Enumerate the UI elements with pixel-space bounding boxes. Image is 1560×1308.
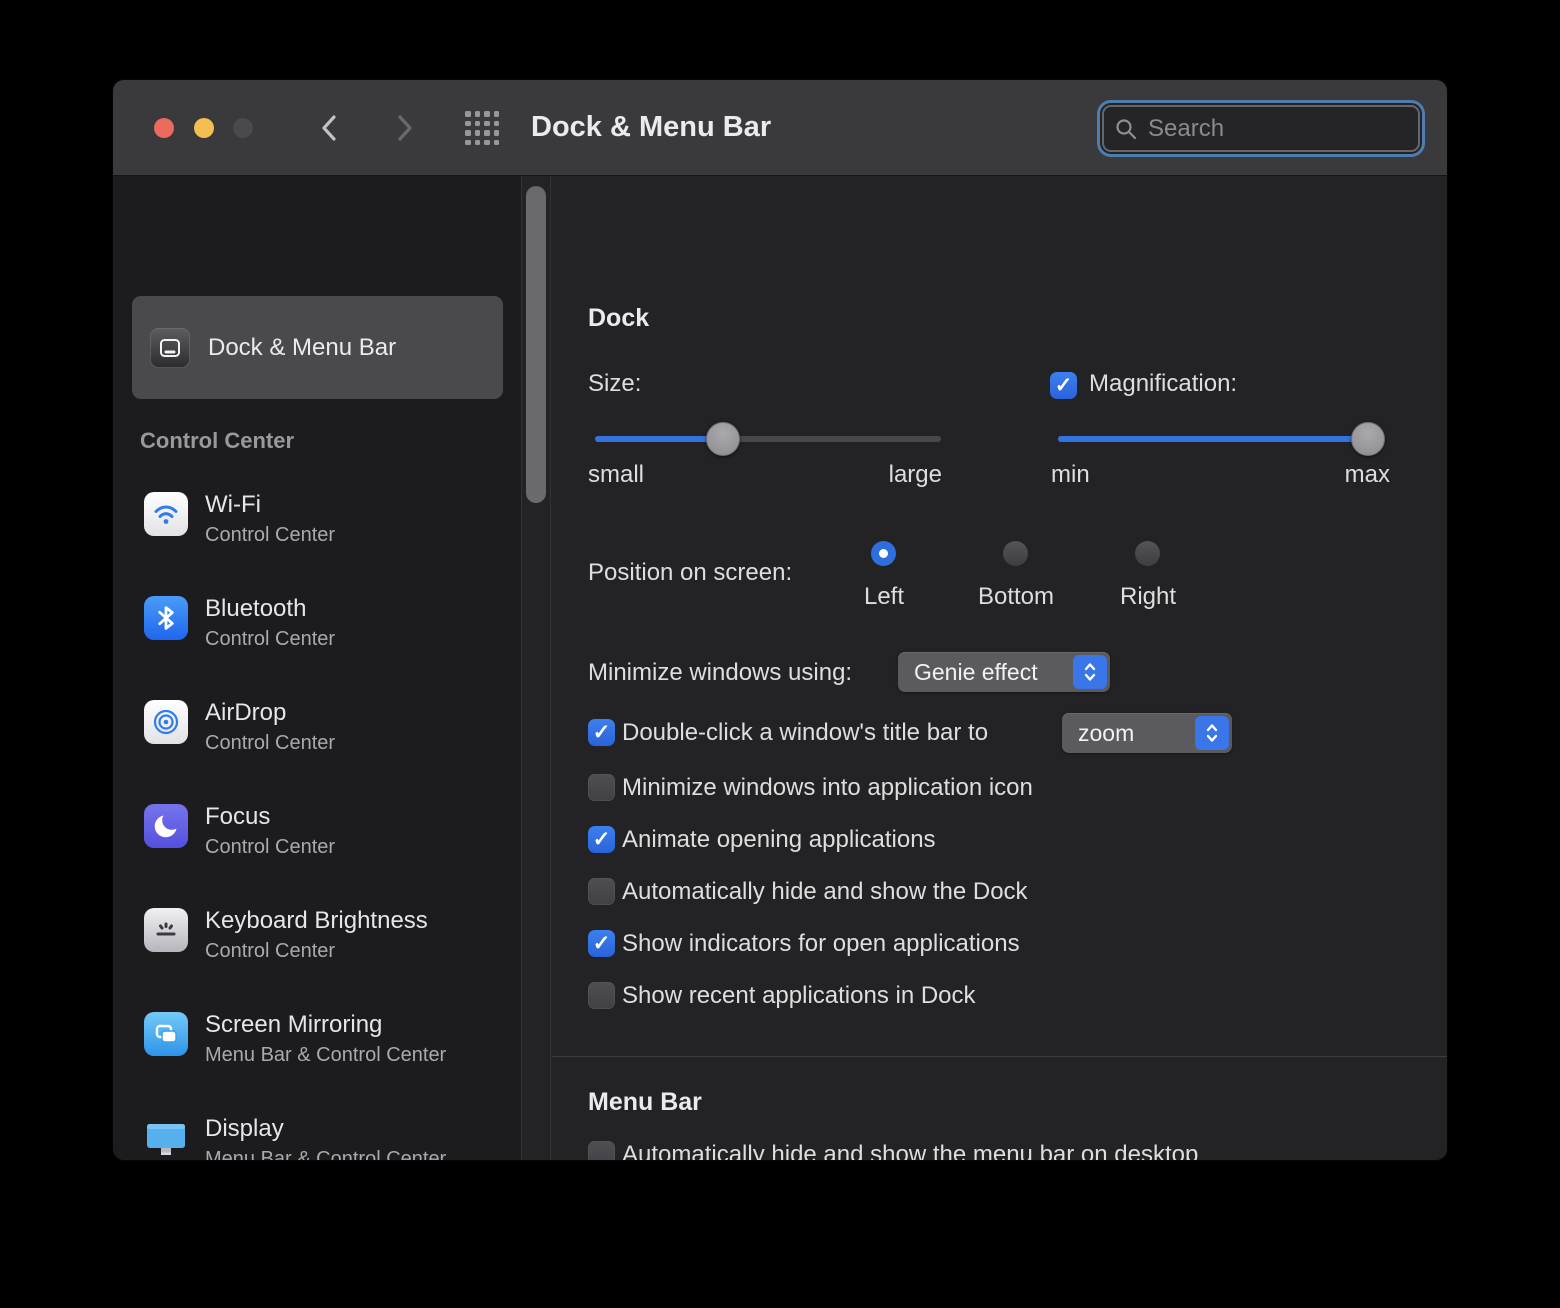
sidebar-item-sublabel: Control Center	[205, 940, 336, 962]
position-radio-right[interactable]	[1135, 541, 1160, 566]
size-slider[interactable]	[595, 422, 941, 456]
minimize-button[interactable]	[194, 118, 214, 138]
show-recent-apps-checkbox[interactable]	[588, 982, 615, 1009]
show-indicators-checkbox[interactable]	[588, 930, 615, 957]
position-left-label[interactable]: Left	[864, 583, 904, 611]
window-title: Dock & Menu Bar	[531, 111, 772, 143]
sidebar-item-label: Screen Mirroring	[205, 1011, 383, 1038]
size-max-label: large	[888, 461, 942, 488]
show-all-grid-icon[interactable]	[465, 111, 499, 145]
search-input[interactable]	[1148, 114, 1447, 143]
close-button[interactable]	[154, 118, 174, 138]
sidebar-item-display[interactable]: Display Menu Bar & Control Center	[144, 1114, 514, 1160]
magnification-checkbox[interactable]	[1050, 372, 1077, 399]
show-indicators-label: Show indicators for open applications	[622, 930, 1020, 957]
animate-opening-label: Animate opening applications	[622, 826, 936, 853]
sidebar-item-wifi[interactable]: Wi-Fi Control Center	[144, 490, 514, 554]
minimize-effect-value: Genie effect	[914, 658, 1038, 685]
magnification-label: Magnification:	[1089, 370, 1238, 397]
sidebar-item-label: Keyboard Brightness	[205, 907, 428, 934]
sidebar-item-sublabel: Control Center	[205, 732, 336, 754]
magnification-slider-knob[interactable]	[1351, 422, 1386, 456]
chevron-right-icon	[398, 115, 412, 141]
airdrop-icon	[144, 700, 188, 744]
minimize-into-icon-checkbox[interactable]	[588, 774, 615, 801]
content-pane: Dock Size: small large Magnification: mi…	[552, 176, 1447, 1160]
minimize-using-label: Minimize windows using:	[588, 659, 853, 686]
menubar-section-header: Menu Bar	[588, 1088, 702, 1116]
sidebar-item-label: Dock & Menu Bar	[208, 333, 397, 361]
bluetooth-icon	[144, 596, 188, 640]
show-recent-apps-label: Show recent applications in Dock	[622, 982, 976, 1009]
dropdown-chevrons-icon	[1073, 655, 1107, 689]
sidebar: Dock & Menu Bar Control Center Wi-Fi Con…	[113, 176, 521, 1160]
back-button[interactable]	[311, 109, 349, 147]
sidebar-scrollbar[interactable]	[521, 176, 551, 1160]
auto-hide-menubar-desktop-checkbox[interactable]	[588, 1141, 615, 1160]
sidebar-section-header: Control Center	[140, 428, 294, 453]
sidebar-item-sublabel: Control Center	[205, 524, 336, 546]
magnification-slider[interactable]	[1058, 422, 1386, 456]
sidebar-item-label: AirDrop	[205, 699, 287, 726]
sidebar-item-sublabel: Menu Bar & Control Center	[205, 1148, 447, 1160]
sidebar-item-sublabel: Menu Bar & Control Center	[205, 1044, 447, 1066]
search-icon	[1116, 118, 1137, 139]
sidebar-item-keyboard-brightness[interactable]: Keyboard Brightness Control Center	[144, 906, 514, 970]
size-min-label: small	[588, 461, 645, 488]
chevron-left-icon	[322, 115, 336, 141]
position-label: Position on screen:	[588, 559, 793, 586]
sidebar-item-sublabel: Control Center	[205, 628, 336, 650]
double-click-action-value: zoom	[1078, 719, 1135, 746]
screen-mirroring-icon	[144, 1012, 188, 1056]
zoom-window-button[interactable]	[233, 118, 253, 138]
scrollbar-thumb[interactable]	[526, 186, 546, 503]
titlebar: Dock & Menu Bar	[113, 80, 1447, 176]
sidebar-item-airdrop[interactable]: AirDrop Control Center	[144, 698, 514, 762]
magnification-max-label: max	[1344, 461, 1390, 488]
animate-opening-checkbox[interactable]	[588, 826, 615, 853]
sidebar-item-dock-menu-bar[interactable]: Dock & Menu Bar	[132, 296, 503, 399]
sidebar-item-label: Wi-Fi	[205, 491, 261, 518]
sidebar-item-focus[interactable]: Focus Control Center	[144, 802, 514, 866]
minimize-effect-dropdown[interactable]: Genie effect	[898, 652, 1110, 692]
sidebar-item-label: Display	[205, 1115, 284, 1142]
position-bottom-label[interactable]: Bottom	[978, 583, 1054, 611]
dock-window-icon	[150, 327, 190, 368]
preferences-window: Dock & Menu Bar Dock & Menu Bar	[113, 80, 1447, 1160]
sidebar-item-bluetooth[interactable]: Bluetooth Control Center	[144, 594, 514, 658]
double-click-action-dropdown[interactable]: zoom	[1062, 713, 1232, 753]
magnification-min-label: min	[1051, 461, 1090, 488]
auto-hide-dock-label: Automatically hide and show the Dock	[622, 878, 1028, 905]
focus-moon-icon	[144, 804, 188, 848]
wifi-icon	[144, 492, 188, 536]
forward-button[interactable]	[385, 109, 423, 147]
auto-hide-menubar-desktop-label: Automatically hide and show the menu bar…	[622, 1141, 1199, 1160]
auto-hide-dock-checkbox[interactable]	[588, 878, 615, 905]
dock-section-header: Dock	[588, 304, 650, 332]
section-divider	[552, 1056, 1447, 1057]
sidebar-item-sublabel: Control Center	[205, 836, 336, 858]
position-radio-left[interactable]	[871, 541, 896, 566]
position-radio-bottom[interactable]	[1003, 541, 1028, 566]
size-slider-knob[interactable]	[706, 422, 741, 456]
search-field[interactable]	[1097, 100, 1447, 157]
position-right-label[interactable]: Right	[1120, 583, 1176, 611]
sidebar-item-label: Focus	[205, 803, 271, 830]
double-click-label: Double-click a window's title bar to	[622, 719, 989, 746]
display-icon	[144, 1116, 188, 1160]
double-click-checkbox[interactable]	[588, 719, 615, 746]
size-label: Size:	[588, 370, 642, 397]
sidebar-item-screen-mirroring[interactable]: Screen Mirroring Menu Bar & Control Cent…	[144, 1010, 514, 1074]
sidebar-item-label: Bluetooth	[205, 595, 307, 622]
dropdown-chevrons-icon	[1195, 716, 1229, 750]
minimize-into-icon-label: Minimize windows into application icon	[622, 774, 1033, 801]
keyboard-brightness-icon	[144, 908, 188, 952]
